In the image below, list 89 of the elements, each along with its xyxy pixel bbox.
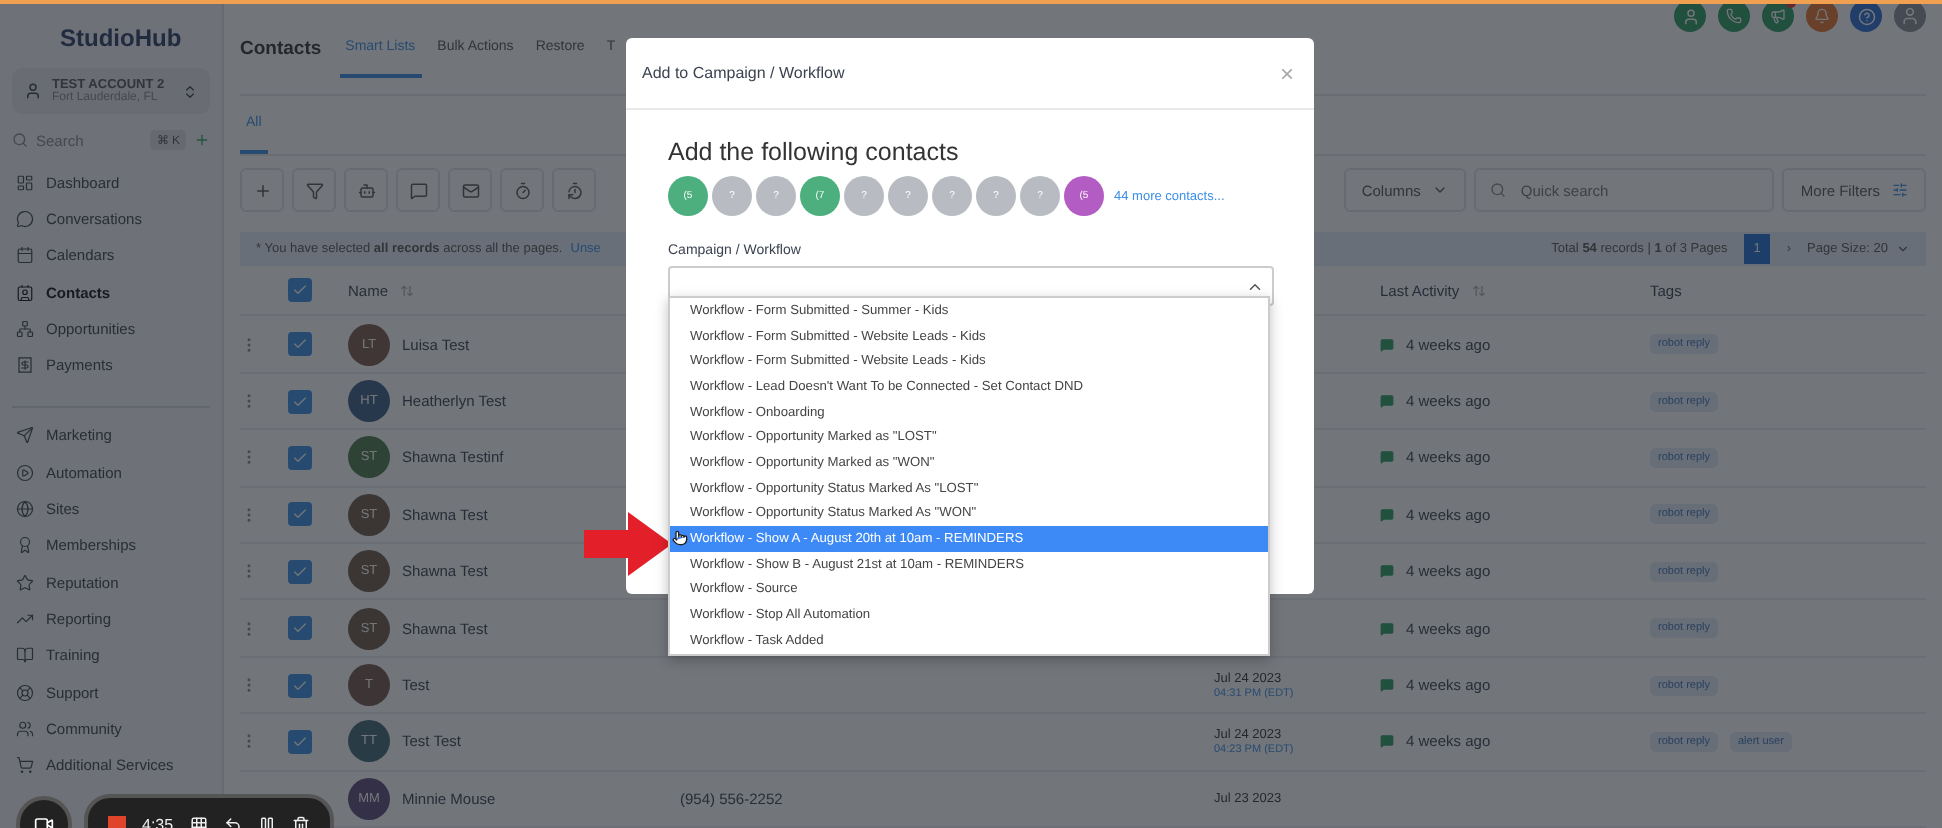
row-checkbox[interactable] bbox=[288, 559, 312, 584]
message-icon bbox=[1380, 564, 1394, 579]
timer-icon bbox=[565, 181, 583, 200]
toolbar-button[interactable] bbox=[552, 168, 596, 213]
receipt-icon bbox=[16, 356, 34, 375]
calendar-icon bbox=[16, 246, 34, 265]
select-all-checkbox[interactable] bbox=[288, 278, 312, 303]
play-icon bbox=[16, 463, 34, 482]
add-icon[interactable] bbox=[194, 132, 210, 148]
message-icon bbox=[1380, 394, 1394, 409]
user-icon bbox=[24, 82, 42, 100]
mail-icon bbox=[461, 181, 479, 200]
check-icon bbox=[292, 620, 308, 637]
arrow-icon bbox=[584, 512, 672, 576]
video-icon bbox=[34, 814, 54, 828]
undo-icon[interactable] bbox=[223, 815, 242, 828]
logo-text: StudioHub bbox=[60, 24, 182, 52]
chevron-icon bbox=[182, 83, 198, 99]
sort-icon[interactable] bbox=[400, 283, 415, 298]
dialog-title: Add to Campaign / Workflow bbox=[642, 64, 845, 82]
avatar[interactable] bbox=[1894, 4, 1926, 33]
toolbar-button[interactable] bbox=[396, 168, 440, 213]
grid-icon[interactable] bbox=[189, 815, 208, 828]
toolbar-button[interactable] bbox=[448, 168, 492, 213]
help-button[interactable] bbox=[1850, 4, 1882, 33]
plus-icon bbox=[253, 181, 271, 200]
check-icon bbox=[292, 449, 308, 466]
check-icon bbox=[292, 563, 308, 580]
toolbar-button[interactable] bbox=[292, 168, 336, 213]
row-checkbox[interactable] bbox=[288, 445, 312, 470]
message-icon bbox=[1380, 678, 1394, 693]
help-icon bbox=[1857, 7, 1875, 26]
person-icon bbox=[1900, 6, 1920, 27]
message-icon bbox=[1380, 734, 1394, 749]
megaphone-icon bbox=[1770, 8, 1786, 25]
chevron-down-icon bbox=[1896, 242, 1910, 257]
sliders-icon bbox=[1892, 182, 1908, 199]
check-icon bbox=[292, 282, 308, 299]
page-title: Contacts bbox=[240, 37, 322, 60]
award-icon bbox=[16, 536, 34, 555]
check-icon bbox=[292, 506, 308, 523]
toolbar-button[interactable] bbox=[344, 168, 388, 213]
bell-icon bbox=[1814, 8, 1830, 25]
search-icon bbox=[12, 132, 28, 148]
phone-icon bbox=[1726, 8, 1742, 25]
send-icon bbox=[16, 426, 34, 445]
toolbar-button[interactable] bbox=[500, 168, 544, 213]
filter-icon bbox=[305, 181, 323, 200]
network-icon bbox=[16, 319, 34, 338]
chat-bubble-icon bbox=[16, 209, 34, 228]
user-icon bbox=[1681, 7, 1699, 26]
check-icon bbox=[292, 336, 308, 353]
dialog-heading: Add the following contacts bbox=[668, 138, 961, 166]
trend-icon bbox=[16, 609, 34, 628]
timer-icon bbox=[513, 181, 531, 200]
users-icon bbox=[16, 719, 34, 738]
contact-card-icon bbox=[16, 283, 34, 302]
row-checkbox[interactable] bbox=[288, 389, 312, 414]
book-icon bbox=[16, 646, 34, 665]
message-icon bbox=[1380, 621, 1394, 636]
message-icon bbox=[409, 181, 427, 200]
robot-icon bbox=[357, 181, 375, 200]
check-icon bbox=[292, 393, 308, 410]
lifebuoy-icon bbox=[16, 683, 34, 701]
toolbar-button[interactable] bbox=[240, 168, 284, 213]
message-icon bbox=[1380, 450, 1394, 465]
check-icon bbox=[292, 733, 308, 750]
message-icon bbox=[1380, 507, 1394, 522]
message-icon bbox=[1380, 337, 1394, 352]
row-checkbox[interactable] bbox=[288, 673, 312, 698]
star-icon bbox=[16, 573, 34, 592]
search-icon bbox=[1490, 182, 1507, 199]
sort-icon[interactable] bbox=[1471, 283, 1486, 298]
pause-icon[interactable] bbox=[257, 815, 276, 828]
row-checkbox[interactable] bbox=[288, 502, 312, 527]
row-checkbox[interactable] bbox=[288, 332, 312, 357]
trash-icon[interactable] bbox=[291, 815, 310, 828]
row-checkbox[interactable] bbox=[288, 729, 312, 754]
row-checkbox[interactable] bbox=[288, 616, 312, 641]
contact-button[interactable] bbox=[1674, 4, 1706, 33]
globe-icon bbox=[16, 500, 34, 519]
dashboard-icon bbox=[16, 173, 34, 192]
close-button[interactable]: × bbox=[1279, 59, 1294, 87]
announcement-button[interactable] bbox=[1762, 4, 1794, 33]
phone-button[interactable] bbox=[1718, 4, 1750, 33]
check-icon bbox=[292, 677, 308, 694]
notification-button[interactable] bbox=[1806, 4, 1838, 33]
cart-icon bbox=[16, 756, 34, 775]
stop-button[interactable] bbox=[108, 815, 126, 828]
